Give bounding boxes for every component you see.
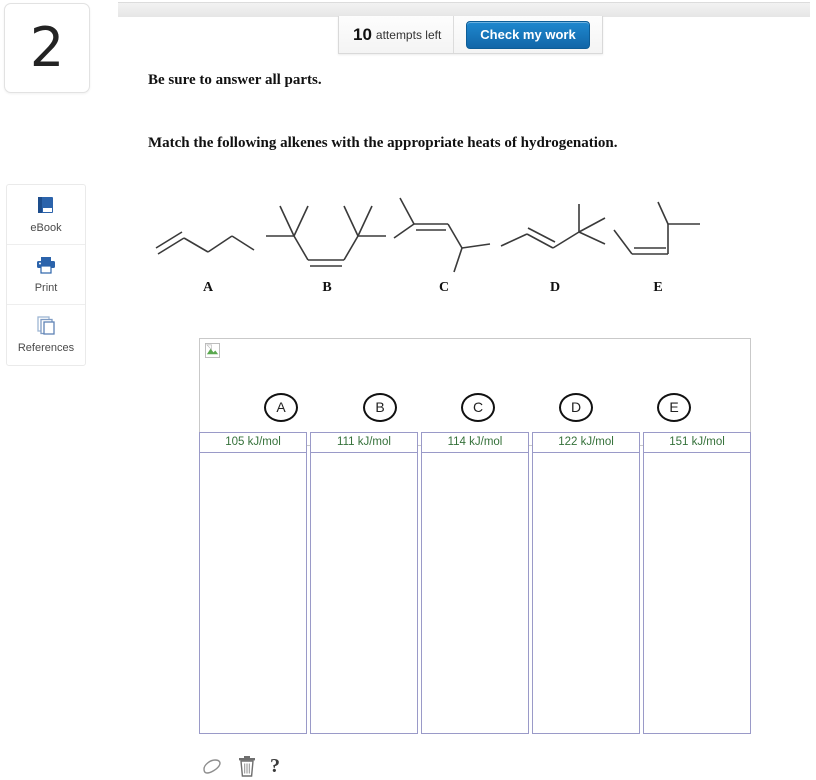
column-header: 111 kJ/mol <box>310 432 418 453</box>
sidebar-tools: eBook Print References <box>6 184 86 366</box>
attempts-count: 10 <box>353 24 372 44</box>
eraser-icon[interactable] <box>200 756 224 776</box>
sidebar-item-label: Print <box>34 282 58 294</box>
structure-d: D <box>495 188 615 295</box>
structure-label-e: E <box>653 280 663 295</box>
column-dropzone[interactable] <box>310 453 418 734</box>
column-dropzone[interactable] <box>421 453 529 734</box>
question-number-card: 2 <box>4 3 90 93</box>
structure-row: A B C D E <box>150 188 710 303</box>
structure-a-drawing <box>155 231 255 255</box>
draggable-token-a[interactable]: A <box>264 393 298 422</box>
answer-column-4[interactable]: 122 kJ/mol <box>532 432 640 734</box>
question-number: 2 <box>29 16 65 79</box>
structure-e: E <box>610 188 710 295</box>
token-source-panel[interactable]: A B C D E <box>199 338 751 446</box>
answer-columns: 105 kJ/mol 111 kJ/mol 114 kJ/mol 122 kJ/… <box>199 432 751 734</box>
sidebar-item-ebook[interactable]: eBook <box>7 185 85 245</box>
top-bar-fill <box>118 3 810 17</box>
book-icon <box>7 191 85 219</box>
sidebar-faint-label <box>14 138 54 150</box>
draggable-token-d[interactable]: D <box>559 393 593 422</box>
action-bar: 10 attempts left Check my work <box>338 16 603 54</box>
draggable-token-e[interactable]: E <box>657 393 691 422</box>
answer-column-1[interactable]: 105 kJ/mol <box>199 432 307 734</box>
sidebar-item-print[interactable]: Print <box>7 245 85 305</box>
structure-b: B <box>260 188 388 295</box>
structure-label-a: A <box>202 280 214 295</box>
structure-label-d: D <box>549 280 561 295</box>
check-my-work-button[interactable]: Check my work <box>466 20 590 49</box>
column-header: 151 kJ/mol <box>643 432 751 453</box>
attempts-indicator: 10 attempts left <box>339 16 455 53</box>
answer-column-3[interactable]: 114 kJ/mol <box>421 432 529 734</box>
pages-icon <box>7 311 85 339</box>
column-dropzone[interactable] <box>643 453 751 734</box>
column-dropzone[interactable] <box>199 453 307 734</box>
structure-label-b: B <box>322 280 332 295</box>
sidebar-item-references[interactable]: References <box>7 305 85 365</box>
editor-toolbar: ? <box>200 755 280 777</box>
column-header: 105 kJ/mol <box>199 432 307 453</box>
printer-icon <box>7 251 85 279</box>
trash-icon[interactable] <box>238 755 256 777</box>
answer-column-5[interactable]: 151 kJ/mol <box>643 432 751 734</box>
answer-column-2[interactable]: 111 kJ/mol <box>310 432 418 734</box>
structure-a: A <box>150 188 260 295</box>
structure-c-drawing <box>393 197 491 273</box>
sidebar-item-label: eBook <box>30 222 62 234</box>
column-dropzone[interactable] <box>532 453 640 734</box>
broken-image-icon <box>205 343 220 358</box>
structure-c: C <box>390 188 500 295</box>
check-button-wrap: Check my work <box>454 16 602 53</box>
draggable-token-b[interactable]: B <box>363 393 397 422</box>
draggable-token-c[interactable]: C <box>461 393 495 422</box>
column-header: 122 kJ/mol <box>532 432 640 453</box>
structure-label-c: C <box>438 280 450 295</box>
attempts-label: attempts left <box>375 27 442 42</box>
instruction-text: Be sure to answer all parts. <box>148 72 322 88</box>
sidebar-item-label: References <box>17 342 75 354</box>
help-icon[interactable]: ? <box>270 756 280 776</box>
structure-e-drawing <box>613 201 700 255</box>
browser-top-bar <box>118 2 810 17</box>
structure-d-drawing <box>500 204 606 249</box>
question-prompt: Match the following alkenes with the app… <box>148 135 618 151</box>
column-header: 114 kJ/mol <box>421 432 529 453</box>
structure-b-drawing <box>266 205 386 267</box>
